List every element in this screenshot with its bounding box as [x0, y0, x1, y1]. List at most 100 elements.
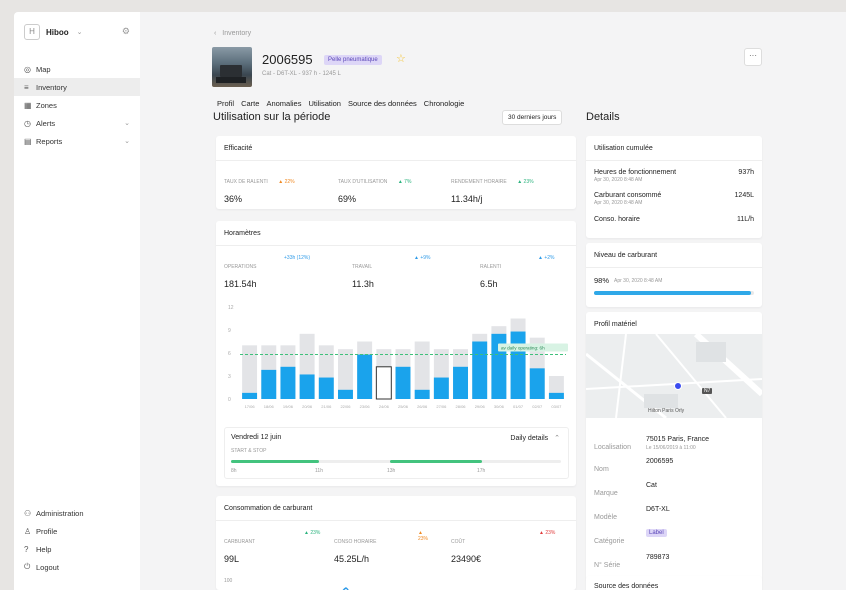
operating-bar	[453, 366, 469, 399]
map-pin-icon: ◎	[24, 64, 31, 74]
ss-tick: 13h	[387, 468, 396, 474]
metric-delta: ▲ 7%	[397, 179, 412, 185]
row-date: Apr 30, 2020 8:48 AM	[594, 177, 643, 183]
metric-label: RALENTI	[480, 264, 502, 270]
fuel-level-date: Apr 30, 2020 8:48 AM	[614, 278, 663, 284]
help-icon: ?	[24, 544, 29, 554]
day-title: Vendredi 12 juin	[231, 434, 282, 441]
y-tick-label: 6	[228, 351, 231, 357]
breadcrumb[interactable]: ‹ Inventory	[214, 30, 251, 37]
x-tick-label: 19/06	[283, 404, 294, 409]
profil-row: Marque Cat	[594, 482, 754, 500]
cumulee-row: Heures de fonctionnement Apr 30, 2020 8:…	[594, 169, 754, 183]
x-tick-label: 26/06	[417, 404, 428, 409]
star-icon[interactable]: ☆	[396, 52, 406, 65]
operating-bar	[433, 377, 449, 399]
metric-label: TAUX DE RALENTI	[224, 179, 268, 185]
tab-chronologie[interactable]: Chronologie	[424, 99, 464, 108]
sidebar-item-alerts[interactable]: ◷ Alerts ⌄	[14, 114, 140, 132]
sidebar-item-label: Inventory	[36, 82, 67, 92]
report-icon: ▤	[24, 136, 32, 146]
metric-value: 36%	[224, 194, 243, 204]
gear-icon[interactable]: ⚙	[122, 26, 130, 37]
logout-icon: ⏻	[24, 562, 31, 571]
row-value: 937h	[738, 169, 754, 176]
tab-carte[interactable]: Carte	[241, 99, 259, 108]
row-value: 789873	[646, 554, 670, 561]
metric-value: 181.54h	[224, 279, 257, 289]
more-button[interactable]: ···	[744, 48, 762, 66]
metric-label: TAUX D'UTILISATION	[338, 179, 388, 185]
x-tick-label: 30/06	[494, 404, 505, 409]
sidebar-item-map[interactable]: ◎ Map	[14, 60, 140, 78]
row-value: D6T-XL	[646, 506, 670, 513]
profil-card: Profil matériel N7 Hilton Paris Orly Loc…	[586, 312, 762, 580]
sidebar-item-help[interactable]: ? Help	[14, 540, 140, 558]
x-tick-label: 28/06	[456, 404, 467, 409]
row-value: Cat	[646, 482, 657, 489]
tab-anomalies[interactable]: Anomalies	[266, 99, 301, 108]
operating-bar	[472, 341, 488, 399]
x-tick-label: 03/07	[551, 404, 562, 409]
start-stop-segment	[390, 460, 482, 463]
location-marker[interactable]	[674, 382, 682, 390]
period-button[interactable]: 30 derniers jours	[502, 110, 563, 125]
breadcrumb-inventory[interactable]: Inventory	[222, 30, 251, 37]
x-tick-label: 02/07	[532, 404, 543, 409]
map[interactable]: N7 Hilton Paris Orly	[586, 334, 762, 418]
y-tick-label: 12	[228, 305, 234, 311]
more-icon: ···	[749, 51, 757, 60]
profil-row: N° Série 789873	[594, 554, 754, 572]
metric-label: TRAVAIL	[352, 264, 373, 270]
niveau-card: Niveau de carburant 98% Apr 30, 2020 8:4…	[586, 243, 762, 307]
metric-label: CARBURANT	[224, 539, 256, 545]
daily-details-toggle[interactable]: Daily details ⌃	[510, 434, 560, 442]
x-tick-label: 17/06	[245, 404, 256, 409]
org-switcher[interactable]: H Hiboo ⌄	[24, 24, 83, 40]
metric-value: 11.34h/j	[451, 194, 483, 204]
sidebar: H Hiboo ⌄ ⚙ ◎ Map ≡ Inventory ▦ Zones ◷ …	[14, 12, 140, 590]
sidebar-item-label: Help	[36, 544, 52, 554]
operating-bar	[337, 389, 353, 399]
x-tick-label: 20/06	[302, 404, 313, 409]
sidebar-item-profile[interactable]: ♙ Profile	[14, 522, 140, 540]
chevron-down-icon: ⌄	[124, 138, 130, 145]
metric-delta: ▲ 23%	[517, 179, 534, 185]
card-title: Efficacité	[224, 145, 253, 152]
operating-bar	[548, 392, 564, 399]
divider	[216, 245, 576, 246]
x-tick-label: 24/06	[379, 404, 390, 409]
tab-utilisation[interactable]: Utilisation	[308, 99, 341, 108]
card-title: Profil matériel	[594, 321, 637, 328]
card-title: Utilisation cumulée	[594, 145, 653, 152]
admin-icon: ⚇	[24, 508, 32, 518]
chevron-down-icon: ⌄	[76, 29, 83, 36]
sidebar-item-zones[interactable]: ▦ Zones	[14, 96, 140, 114]
sidebar-item-label: Zones	[36, 100, 57, 110]
sidebar-item-inventory[interactable]: ≡ Inventory	[14, 78, 140, 96]
tab-profil[interactable]: Profil	[217, 99, 234, 108]
divider	[586, 160, 762, 161]
sidebar-item-reports[interactable]: ▤ Reports ⌄	[14, 132, 140, 150]
list-icon: ≡	[24, 82, 29, 92]
asset-title: 2006595	[262, 52, 313, 67]
asset-subtitle: Cat - D6T-XL - 937 h - 1245 L	[262, 71, 341, 77]
sidebar-item-label: Reports	[36, 136, 63, 146]
metric-label: COÛT	[451, 539, 466, 545]
tab-source[interactable]: Source des données	[348, 99, 417, 108]
total-bar	[242, 345, 258, 399]
alert-icon: ◷	[24, 118, 31, 128]
day-detail-panel: Vendredi 12 juin Daily details ⌃ START &…	[224, 427, 569, 479]
divider	[216, 520, 576, 521]
row-label: Catégorie	[594, 538, 625, 545]
profil-row: Nom 2006595	[594, 458, 754, 476]
period-label: 30 derniers jours	[508, 114, 557, 121]
chevron-down-icon: ⌄	[124, 120, 130, 127]
sidebar-item-administration[interactable]: ⚇ Administration	[14, 504, 140, 522]
ss-tick: 17h	[477, 468, 486, 474]
metric-operations: OPERATIONS +33h (12%) 181.54h	[224, 255, 334, 289]
row-sub: Le 15/06/2019 à 11:00	[646, 445, 696, 451]
horametres-card: Horamètres OPERATIONS +33h (12%) 181.54h…	[216, 221, 576, 486]
sidebar-item-logout[interactable]: ⏻ Logout	[14, 558, 140, 576]
y-tick-label: 3	[228, 374, 231, 380]
